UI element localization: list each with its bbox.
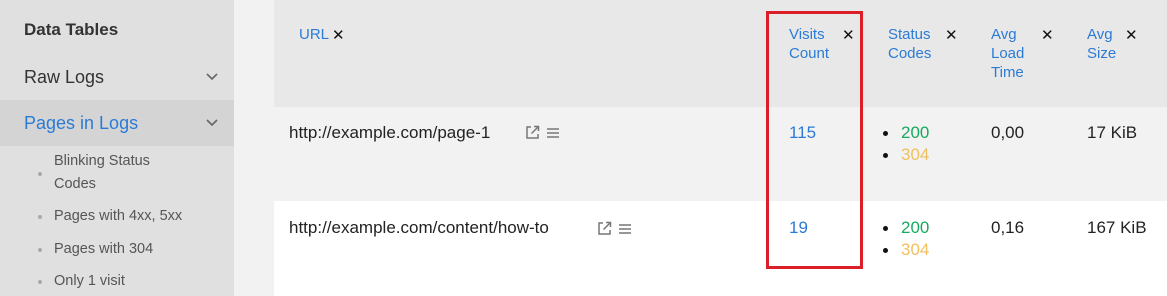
chevron-down-icon xyxy=(206,73,218,81)
sidebar-item-pages-in-logs[interactable]: Pages in Logs xyxy=(0,100,234,146)
bullet-icon xyxy=(38,280,42,284)
sidebar-subitem-only-1-visit[interactable]: Only 1 visit xyxy=(38,270,125,293)
table-header: URL ✕ Visits Count ✕ Status Codes ✕ Avg … xyxy=(274,0,1167,107)
remove-column-icon[interactable]: ✕ xyxy=(1041,26,1054,44)
table-row: http://example.com/content/how-to 19 200… xyxy=(274,202,1167,296)
menu-icon[interactable] xyxy=(618,222,632,236)
column-header-url[interactable]: URL xyxy=(299,25,329,44)
column-header-avg-size[interactable]: Avg Size xyxy=(1087,25,1127,63)
avg-size-cell: 17 KiB xyxy=(1087,123,1138,142)
sidebar-item-label: Pages in Logs xyxy=(24,112,139,133)
remove-column-icon[interactable]: ✕ xyxy=(945,26,958,44)
status-codes-list: 200 304 xyxy=(883,217,929,261)
sidebar: Data Tables Raw Logs Pages in Logs Blink… xyxy=(0,0,234,296)
avg-size-cell: 167 KiB xyxy=(1087,218,1147,237)
column-header-status-codes[interactable]: Status Codes xyxy=(888,25,938,63)
remove-column-icon[interactable]: ✕ xyxy=(332,26,345,44)
remove-column-icon[interactable]: ✕ xyxy=(1125,26,1138,44)
url-cell: http://example.com/content/how-to xyxy=(289,218,549,237)
bullet-icon xyxy=(38,215,42,219)
remove-column-icon[interactable]: ✕ xyxy=(842,26,855,44)
avg-load-time-cell: 0,00 xyxy=(991,123,1025,142)
table-row: http://example.com/page-1 115 200 304 0,… xyxy=(274,107,1167,201)
sidebar-title: Data Tables xyxy=(24,20,119,39)
visits-count-link[interactable]: 19 xyxy=(789,218,808,238)
menu-icon[interactable] xyxy=(546,126,560,140)
chevron-down-icon xyxy=(206,119,218,127)
url-actions xyxy=(525,125,560,140)
status-codes-list: 200 304 xyxy=(883,122,929,166)
data-table: URL ✕ Visits Count ✕ Status Codes ✕ Avg … xyxy=(274,0,1167,296)
status-code-304: 304 xyxy=(883,239,929,261)
external-link-icon[interactable] xyxy=(597,221,612,236)
status-code-304: 304 xyxy=(883,144,929,166)
visits-count-link[interactable]: 115 xyxy=(789,123,816,143)
url-actions xyxy=(597,221,632,236)
avg-load-time-cell: 0,16 xyxy=(991,218,1025,237)
sidebar-subitem-pages-4xx-5xx[interactable]: Pages with 4xx, 5xx xyxy=(38,205,182,228)
bullet-icon xyxy=(38,172,42,176)
external-link-icon[interactable] xyxy=(525,125,540,140)
column-header-visits-count[interactable]: Visits Count xyxy=(789,25,839,63)
url-cell: http://example.com/page-1 xyxy=(289,123,491,142)
sidebar-item-raw-logs[interactable]: Raw Logs xyxy=(0,54,234,100)
status-code-200: 200 xyxy=(883,122,929,144)
bullet-icon xyxy=(38,248,42,252)
content-gutter xyxy=(234,0,274,296)
sidebar-subitem-blinking-status-codes[interactable]: Blinking Status Codes xyxy=(38,150,188,196)
status-code-200: 200 xyxy=(883,217,929,239)
sidebar-subitem-pages-304[interactable]: Pages with 304 xyxy=(38,238,153,261)
sidebar-item-label: Raw Logs xyxy=(24,66,105,87)
column-header-avg-load-time[interactable]: Avg Load Time xyxy=(991,25,1031,82)
